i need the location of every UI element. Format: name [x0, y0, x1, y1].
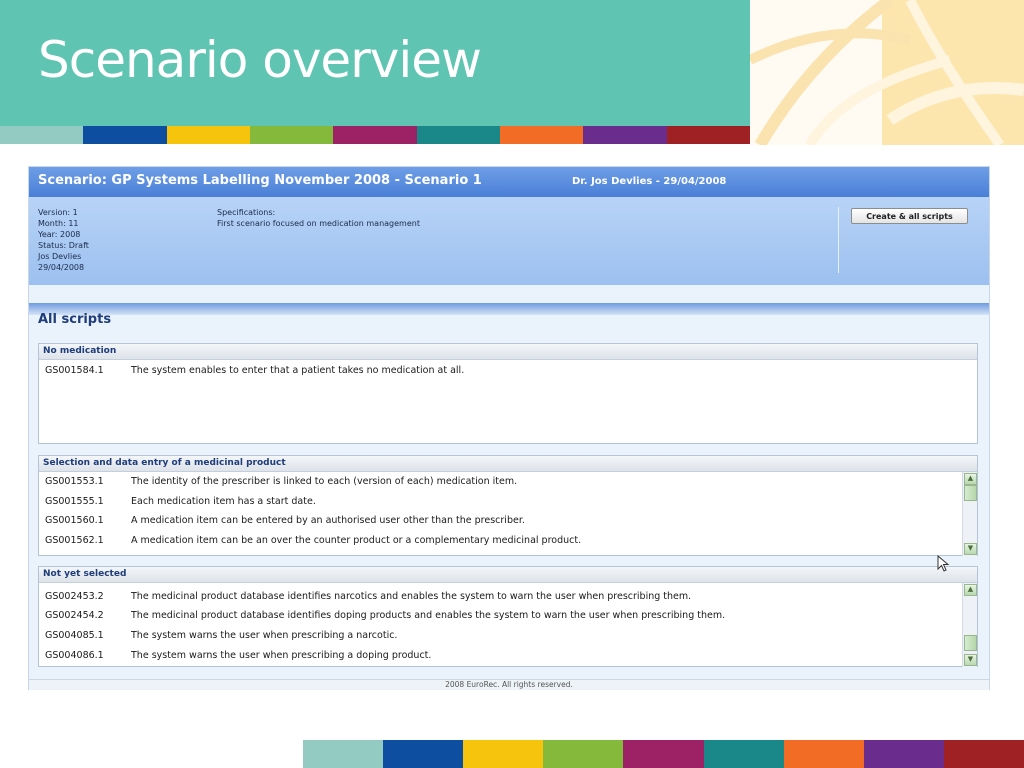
color-strip-segment: [783, 740, 864, 768]
color-strip-segment: [583, 126, 667, 144]
scenario-info-panel: Version: 1 Month: 11 Year: 2008 Status: …: [29, 197, 989, 315]
scenario-title: Scenario: GP Systems Labelling November …: [38, 173, 482, 188]
specifications-text: First scenario focused on medication man…: [217, 219, 420, 228]
script-text: The system warns the user when prescribi…: [131, 630, 398, 641]
color-strip-segment: [0, 126, 84, 144]
group-body: GS002453.2 The medicinal product database…: [39, 583, 977, 667]
script-row[interactable]: GS004086.1 The system warns the user when…: [45, 650, 431, 661]
slide-header: Scenario overview: [0, 0, 750, 126]
mouse-pointer-icon: [937, 555, 950, 572]
script-code: GS001562.1: [45, 535, 104, 546]
script-code: GS001560.1: [45, 515, 104, 526]
script-code: GS004085.1: [45, 630, 104, 641]
group-body: GS001553.1 The identity of the prescriber…: [39, 472, 977, 556]
color-strip-segment: [333, 126, 417, 144]
top-color-strip: [0, 126, 750, 144]
decorative-curves-icon: [750, 0, 1024, 145]
bottom-color-strip: [303, 740, 1024, 768]
script-code: GS002453.2: [45, 591, 104, 602]
decorative-graphic: [750, 0, 1024, 145]
group-header: Selection and data entry of a medicinal …: [39, 456, 977, 472]
color-strip-segment: [943, 740, 1024, 768]
color-strip-segment: [463, 740, 544, 768]
chevron-down-icon: ▼: [967, 544, 974, 552]
group-body: GS001584.1 The system enables to enter th…: [39, 360, 977, 444]
specifications-label: Specifications:: [217, 208, 276, 217]
script-group-not-yet-selected: Not yet selected GS002453.2 The medicinal…: [38, 566, 978, 667]
divider: [838, 207, 839, 273]
color-strip-segment: [543, 740, 624, 768]
scrollbar[interactable]: ▲ ▼: [962, 472, 977, 556]
year-text: Year: 2008: [38, 230, 81, 239]
color-strip-segment: [383, 740, 464, 768]
script-row[interactable]: GS002453.2 The medicinal product database…: [45, 591, 691, 602]
color-strip-segment: [83, 126, 167, 144]
script-row[interactable]: GS002454.2 The medicinal product database…: [45, 610, 725, 621]
script-code: GS004086.1: [45, 650, 104, 661]
chevron-up-icon: ▲: [967, 585, 974, 593]
script-row[interactable]: GS001560.1 A medication item can be enter…: [45, 515, 525, 526]
group-header: Not yet selected: [39, 567, 977, 583]
script-row[interactable]: GS001584.1 The system enables to enter th…: [45, 365, 464, 376]
scroll-down-button[interactable]: ▼: [964, 543, 977, 555]
group-header: No medication: [39, 344, 977, 360]
color-strip-segment: [249, 126, 334, 144]
scenario-meta: Version: 1 Month: 11 Year: 2008 Status: …: [38, 207, 89, 273]
scroll-down-button[interactable]: ▼: [964, 654, 977, 666]
scrollbar[interactable]: ▲ ▼: [962, 583, 977, 667]
app-footer: 2008 EuroRec. All rights reserved.: [29, 679, 989, 690]
script-row[interactable]: GS001555.1 Each medication item has a sta…: [45, 496, 316, 507]
info-panel-band: [29, 303, 989, 315]
scroll-thumb[interactable]: [964, 485, 977, 501]
chevron-down-icon: ▼: [967, 655, 974, 663]
scroll-up-button[interactable]: ▲: [964, 584, 977, 596]
color-strip-segment: [623, 740, 704, 768]
script-row[interactable]: GS001553.1 The identity of the prescriber…: [45, 476, 517, 487]
script-group-selection-data-entry: Selection and data entry of a medicinal …: [38, 455, 978, 556]
specifications: Specifications: First scenario focused o…: [217, 207, 420, 229]
script-text: A medication item can be an over the cou…: [131, 535, 582, 546]
color-strip-segment: [666, 126, 750, 144]
scenario-author: Dr. Jos Devlies - 29/04/2008: [572, 176, 727, 187]
script-group-no-medication: No medication GS001584.1 The system enabl…: [38, 343, 978, 444]
script-code: GS001584.1: [45, 365, 104, 376]
version-text: Version: 1: [38, 208, 78, 217]
script-code: GS001555.1: [45, 496, 104, 507]
all-scripts-heading: All scripts: [38, 312, 112, 327]
scroll-up-button[interactable]: ▲: [964, 473, 977, 485]
chevron-up-icon: ▲: [967, 474, 974, 482]
script-row[interactable]: GS004085.1 The system warns the user when…: [45, 630, 397, 641]
color-strip-segment: [166, 126, 250, 144]
scenario-app-window: Scenario: GP Systems Labelling November …: [28, 166, 990, 690]
script-text: The medicinal product database identifie…: [131, 591, 692, 602]
color-strip-segment: [703, 740, 784, 768]
app-titlebar: Scenario: GP Systems Labelling November …: [29, 167, 989, 197]
script-text: Each medication item has a start date.: [131, 496, 316, 507]
slide-title: Scenario overview: [38, 31, 482, 89]
script-text: The system warns the user when prescribi…: [131, 650, 432, 661]
month-text: Month: 11: [38, 219, 79, 228]
script-code: GS002454.2: [45, 610, 104, 621]
color-strip-segment: [499, 126, 584, 144]
script-text: The system enables to enter that a patie…: [131, 365, 465, 376]
script-text: The medicinal product database identifie…: [131, 610, 726, 621]
script-code: GS001553.1: [45, 476, 104, 487]
color-strip-segment: [303, 740, 384, 768]
color-strip-segment: [416, 126, 500, 144]
scroll-thumb[interactable]: [964, 635, 977, 651]
script-text: The identity of the prescriber is linked…: [131, 476, 518, 487]
script-text: A medication item can be entered by an a…: [131, 515, 525, 526]
author-text: Jos Devlies: [38, 252, 82, 261]
script-row[interactable]: GS001562.1 A medication item can be an ov…: [45, 535, 581, 546]
date-text: 29/04/2008: [38, 263, 85, 272]
status-text: Status: Draft: [38, 241, 89, 250]
color-strip-segment: [863, 740, 944, 768]
create-all-scripts-button[interactable]: Create & all scripts: [851, 208, 968, 224]
